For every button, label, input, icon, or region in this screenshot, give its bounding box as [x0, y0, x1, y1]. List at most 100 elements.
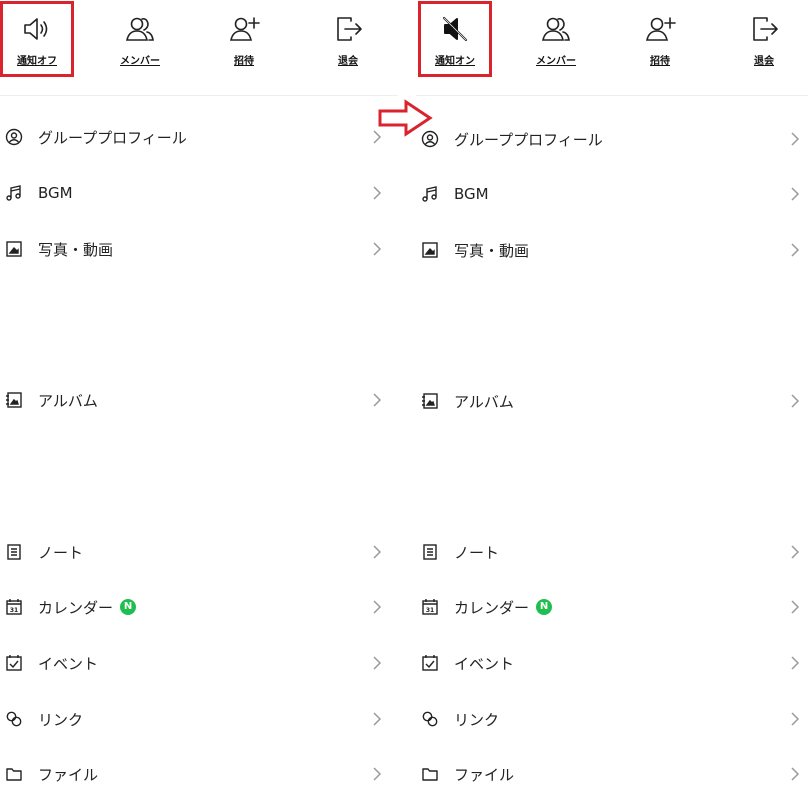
menu-item-bgm[interactable]: BGM	[0, 178, 398, 208]
menu-item-label: 写真・動画	[454, 241, 530, 260]
notification-on-button[interactable]: 通知オン	[424, 0, 486, 82]
chevron-right-icon	[791, 712, 800, 726]
menu-item-label: 写真・動画	[38, 240, 114, 259]
profile-icon	[420, 129, 440, 149]
chevron-right-icon	[373, 656, 382, 670]
menu-item-label: BGM	[454, 185, 489, 203]
chevron-right-icon	[373, 545, 382, 559]
svg-text:31: 31	[10, 607, 18, 614]
leave-button[interactable]: 退会	[734, 0, 794, 82]
menu-item-label: イベント	[38, 654, 99, 673]
album-icon	[420, 391, 440, 411]
chevron-right-icon	[373, 242, 382, 256]
calendar-icon: 31	[420, 597, 440, 617]
menu-item-label: ファイル	[38, 765, 99, 784]
link-icon	[4, 709, 24, 729]
menu-item-event[interactable]: イベント	[416, 648, 808, 678]
chat-toolbar: 通知オフ メンバー 招待 退会	[0, 0, 398, 82]
chevron-right-icon	[791, 767, 800, 781]
speaker-icon	[20, 12, 54, 46]
menu-item-group-profile[interactable]: グループプロフィール	[0, 122, 398, 152]
menu-item-note[interactable]: ノート	[416, 537, 808, 567]
members-button[interactable]: メンバー	[524, 0, 588, 82]
members-button[interactable]: メンバー	[108, 0, 172, 82]
settings-panel-after: 通知オン メンバー 招待 退会 グループプロフィール BGM 写真・動画 アルバ…	[416, 0, 808, 800]
menu-item-note[interactable]: ノート	[0, 537, 398, 567]
menu-item-album[interactable]: アルバム	[0, 385, 398, 415]
menu-item-label: ノート	[454, 543, 500, 562]
chat-toolbar: 通知オン メンバー 招待 退会	[416, 0, 808, 82]
menu-item-calendar[interactable]: 31 カレンダー N	[0, 592, 398, 622]
chevron-right-icon	[791, 243, 800, 257]
members-icon	[123, 12, 157, 46]
toolbar-label: 退会	[754, 56, 774, 67]
menu-item-album[interactable]: アルバム	[416, 386, 808, 416]
profile-icon	[4, 127, 24, 147]
chevron-right-icon	[373, 186, 382, 200]
folder-icon	[4, 764, 24, 784]
menu-item-label: グループプロフィール	[38, 128, 187, 147]
album-icon	[4, 390, 24, 410]
add-user-icon	[227, 12, 261, 46]
speaker-muted-icon	[438, 12, 472, 46]
music-note-icon	[4, 183, 24, 203]
folder-icon	[420, 764, 440, 784]
menu-item-photos-videos[interactable]: 写真・動画	[0, 234, 398, 264]
menu-item-label: BGM	[38, 184, 73, 202]
svg-text:31: 31	[426, 607, 434, 614]
menu-item-link[interactable]: リンク	[416, 704, 808, 734]
divider	[416, 95, 808, 96]
chevron-right-icon	[791, 545, 800, 559]
members-icon	[539, 12, 573, 46]
leave-button[interactable]: 退会	[318, 0, 378, 82]
menu-item-label: アルバム	[38, 391, 98, 410]
calendar-icon: 31	[4, 597, 24, 617]
menu-item-label: カレンダー	[454, 598, 530, 617]
leave-icon	[331, 12, 365, 46]
photo-icon	[420, 240, 440, 260]
menu-item-photos-videos[interactable]: 写真・動画	[416, 235, 808, 265]
chevron-right-icon	[373, 393, 382, 407]
invite-button[interactable]: 招待	[630, 0, 690, 82]
settings-panel-before: 通知オフ メンバー 招待 退会 グループプロフィール BGM 写真・動画 アルバ…	[0, 0, 398, 800]
link-icon	[420, 709, 440, 729]
leave-icon	[747, 12, 781, 46]
chevron-right-icon	[373, 712, 382, 726]
note-icon	[420, 542, 440, 562]
notification-off-button[interactable]: 通知オフ	[6, 0, 68, 82]
photo-icon	[4, 239, 24, 259]
note-icon	[4, 542, 24, 562]
menu-item-event[interactable]: イベント	[0, 648, 398, 678]
menu-item-label: リンク	[454, 710, 500, 729]
toolbar-label: メンバー	[120, 56, 160, 67]
toolbar-label: 招待	[650, 56, 670, 67]
menu-item-label: ファイル	[454, 765, 515, 784]
chevron-right-icon	[791, 394, 800, 408]
chevron-right-icon	[791, 132, 800, 146]
menu-item-label: リンク	[38, 710, 84, 729]
menu-item-label: カレンダー	[38, 598, 114, 617]
music-note-icon	[420, 184, 440, 204]
menu-item-bgm[interactable]: BGM	[416, 179, 808, 209]
event-icon	[4, 653, 24, 673]
toolbar-label: メンバー	[536, 56, 576, 67]
menu-item-file[interactable]: ファイル	[416, 759, 808, 789]
chevron-right-icon	[791, 656, 800, 670]
menu-item-label: グループプロフィール	[454, 130, 603, 149]
menu-item-link[interactable]: リンク	[0, 704, 398, 734]
toolbar-label: 通知オン	[435, 56, 475, 67]
menu-item-label: イベント	[454, 654, 515, 673]
menu-item-file[interactable]: ファイル	[0, 759, 398, 789]
menu-item-group-profile[interactable]: グループプロフィール	[416, 124, 808, 154]
toolbar-label: 招待	[234, 56, 254, 67]
new-badge: N	[120, 599, 137, 615]
menu-item-label: ノート	[38, 543, 84, 562]
invite-button[interactable]: 招待	[214, 0, 274, 82]
add-user-icon	[643, 12, 677, 46]
chevron-right-icon	[373, 600, 382, 614]
chevron-right-icon	[791, 187, 800, 201]
divider	[0, 95, 398, 96]
menu-item-calendar[interactable]: 31 カレンダー N	[416, 592, 808, 622]
toolbar-label: 通知オフ	[17, 56, 57, 67]
toolbar-label: 退会	[338, 56, 358, 67]
